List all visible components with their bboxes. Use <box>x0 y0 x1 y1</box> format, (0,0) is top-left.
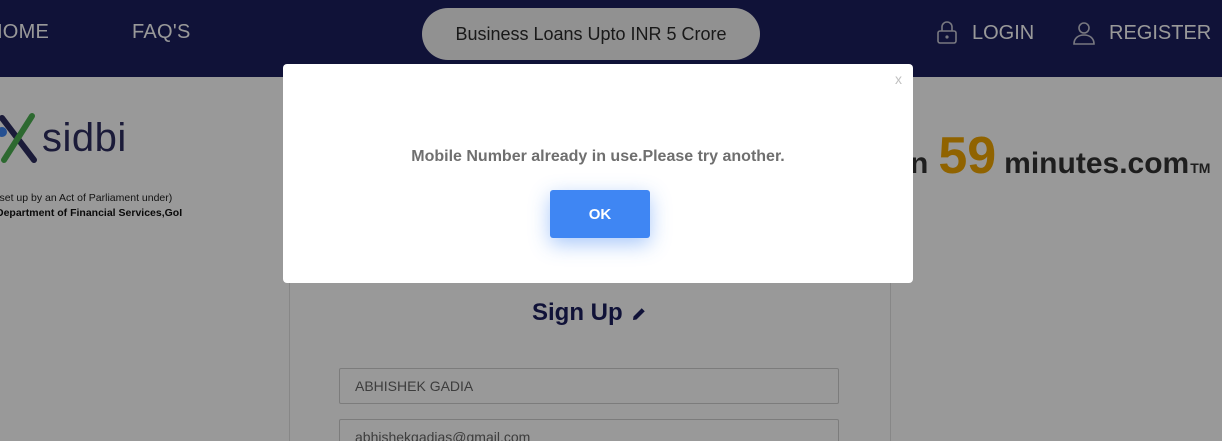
alert-dialog: x Mobile Number already in use.Please tr… <box>283 64 913 283</box>
alert-message: Mobile Number already in use.Please try … <box>411 148 785 165</box>
ok-button[interactable]: OK <box>550 190 650 238</box>
close-icon[interactable]: x <box>895 71 902 87</box>
ok-button-label: OK <box>588 205 612 223</box>
